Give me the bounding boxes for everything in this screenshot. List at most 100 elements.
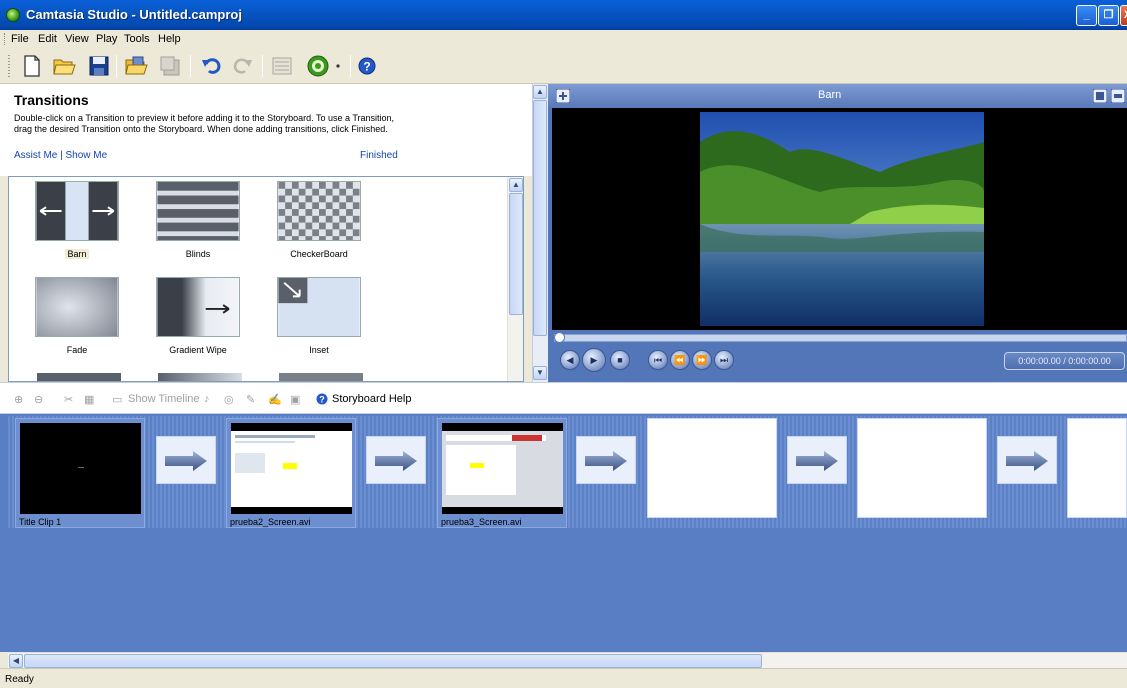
preview-title: Barn [818, 89, 842, 101]
timeline-toggle-icon[interactable]: ▭ [112, 393, 122, 406]
fast-forward-icon[interactable]: ⏩ [692, 350, 712, 370]
show-timeline-button[interactable]: Show Timeline [128, 393, 200, 405]
scroll-left-icon[interactable]: ◀ [9, 654, 23, 668]
scroll-up-icon[interactable]: ▲ [533, 85, 547, 99]
close-button[interactable]: X [1120, 5, 1127, 26]
menu-play[interactable]: Play [96, 33, 117, 45]
zoom-in-icon[interactable]: ⊕ [14, 393, 23, 406]
scroll-thumb[interactable] [24, 654, 762, 668]
clip-thumbnail-title [20, 423, 141, 514]
redo-icon[interactable] [230, 54, 254, 78]
zoom-out-icon[interactable]: ⊖ [34, 393, 43, 406]
title-bar: Camtasia Studio - Untitled.camproj _ ❐ X [0, 0, 1127, 30]
scroll-up-icon[interactable]: ▲ [509, 178, 523, 192]
clip-name: Title Clip 1 [19, 517, 62, 527]
split-icon[interactable]: ▦ [84, 393, 94, 406]
zoom-pan-icon[interactable]: ◎ [224, 393, 234, 406]
transition-partial-thumbnail [37, 373, 121, 381]
transition-arrow-icon [796, 451, 838, 471]
storyboard-scrollbar[interactable]: ◀ [8, 652, 1127, 668]
fullscreen-icon[interactable] [1093, 89, 1107, 103]
timeline-icon[interactable] [270, 54, 294, 78]
transition-barn[interactable]: Barn [27, 181, 127, 260]
step-back-icon[interactable]: ◀ [560, 350, 580, 370]
transition-fade[interactable]: Fade [27, 277, 127, 356]
cut-icon[interactable]: ✂ [64, 393, 73, 406]
transition-slot[interactable] [366, 436, 426, 484]
seek-handle[interactable] [554, 332, 565, 343]
import-media-icon[interactable] [124, 54, 148, 78]
transition-arrow-icon [585, 451, 627, 471]
menu-edit[interactable]: Edit [38, 33, 57, 45]
transition-arrow-icon [375, 451, 417, 471]
go-to-end-icon[interactable]: ⏭ [714, 350, 734, 370]
rewind-icon[interactable]: ⏪ [670, 350, 690, 370]
transition-gradient-wipe[interactable]: Gradient Wipe [148, 277, 248, 356]
clip-thumbnail-screen [231, 423, 352, 514]
transition-label: Fade [66, 345, 88, 355]
transition-slot[interactable] [576, 436, 636, 484]
save-disabled-icon[interactable] [158, 54, 182, 78]
menu-help[interactable]: Help [158, 33, 181, 45]
captions-icon[interactable]: ✍ [268, 393, 282, 406]
maximize-button[interactable]: ❐ [1098, 5, 1119, 26]
blinds-thumbnail [156, 181, 240, 241]
menu-file[interactable]: File [11, 33, 29, 45]
play-icon[interactable]: ▶ [582, 348, 606, 372]
produce-video-icon[interactable] [306, 54, 330, 78]
open-icon[interactable] [52, 54, 76, 78]
preview-size-icon[interactable] [1111, 89, 1125, 103]
svg-text:?: ? [319, 395, 325, 405]
menu-bar: File Edit View Play Tools Help [0, 30, 1127, 48]
save-icon[interactable] [87, 54, 111, 78]
transition-slot[interactable] [997, 436, 1057, 484]
inset-thumbnail [277, 277, 361, 337]
empty-clip-slot[interactable] [857, 418, 987, 518]
gradient-wipe-thumbnail [156, 277, 240, 337]
help-icon[interactable]: ? [358, 57, 376, 75]
panel-splitter-scrollbar[interactable]: ▲ ▼ [532, 84, 548, 382]
transition-checkerboard[interactable]: CheckerBoard [269, 181, 369, 260]
assist-me-link[interactable]: Assist Me | Show Me [14, 150, 107, 161]
undo-icon[interactable] [200, 54, 224, 78]
menu-view[interactable]: View [65, 33, 89, 45]
transition-slot[interactable] [787, 436, 847, 484]
callout-icon[interactable]: ✎ [246, 393, 255, 406]
scroll-down-icon[interactable]: ▼ [533, 366, 547, 380]
scroll-thumb[interactable] [509, 193, 523, 315]
quiz-icon[interactable]: ▣ [290, 393, 300, 406]
menu-tools[interactable]: Tools [124, 33, 150, 45]
storyboard-clip[interactable]: Title Clip 1 [15, 418, 145, 528]
transition-blinds[interactable]: Blinds [148, 181, 248, 260]
empty-clip-slot[interactable] [647, 418, 777, 518]
minimize-button[interactable]: _ [1076, 5, 1097, 26]
storyboard-clip[interactable]: prueba2_Screen.avi [226, 418, 356, 528]
transition-partial-thumbnail [279, 373, 363, 381]
toolbar-grip [8, 55, 10, 77]
produce-dropdown-icon[interactable] [333, 54, 343, 78]
storyboard-clip[interactable]: prueba3_Screen.avi [437, 418, 567, 528]
storyboard: Title Clip 1 prueba2_Screen.avi prueba3_… [0, 414, 1127, 652]
transitions-panel-header: Transitions Double-click on a Transition… [0, 84, 532, 176]
transition-partial-thumbnail [158, 373, 242, 381]
detach-preview-icon[interactable] [556, 89, 570, 103]
status-bar: Ready [0, 668, 1127, 688]
transition-arrow-icon [1006, 451, 1048, 471]
toolbar-separator [190, 55, 191, 77]
go-to-start-icon[interactable]: ⏮ [648, 350, 668, 370]
transition-slot[interactable] [156, 436, 216, 484]
scroll-thumb[interactable] [533, 100, 547, 336]
preview-seek-bar[interactable] [554, 334, 1127, 342]
transitions-title: Transitions [14, 92, 89, 108]
audio-icon[interactable]: ♪ [204, 393, 210, 405]
storyboard-help-button[interactable]: Storyboard Help [332, 393, 412, 405]
stop-icon[interactable]: ■ [610, 350, 630, 370]
main-toolbar: ? [0, 48, 1127, 84]
empty-clip-slot[interactable] [1067, 418, 1127, 518]
finished-link[interactable]: Finished [360, 150, 398, 161]
preview-title-bar: Barn [548, 84, 1127, 108]
transitions-scrollbar[interactable]: ▲ [507, 177, 523, 381]
transition-inset[interactable]: Inset [269, 277, 369, 356]
new-icon[interactable] [20, 54, 44, 78]
storyboard-help-icon[interactable]: ? [316, 393, 328, 405]
